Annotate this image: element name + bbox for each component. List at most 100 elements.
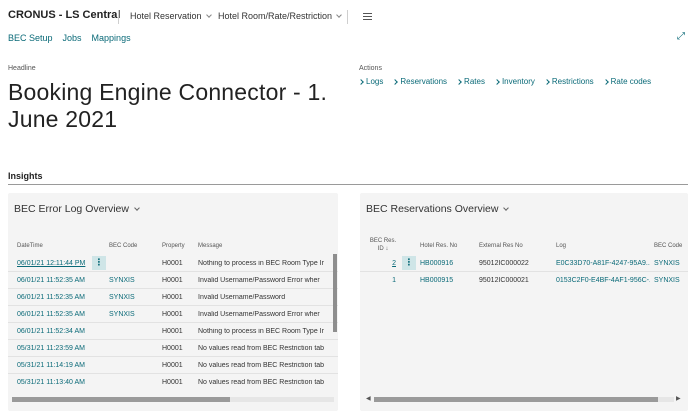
nav-hotel-reservation[interactable]: Hotel Reservation <box>130 11 212 21</box>
scroll-left-icon[interactable]: ◀ <box>366 395 371 402</box>
table-row[interactable]: 06/01/21 11:52:34 AM H0001 Nothing to pr… <box>8 323 338 340</box>
action-label: Rates <box>464 77 485 86</box>
chevron-right-icon <box>456 78 462 85</box>
sub-navigation: BEC Setup Jobs Mappings <box>8 33 131 43</box>
divider <box>118 10 119 24</box>
cell-bec-code[interactable]: SYNXIS <box>654 260 686 267</box>
table-row[interactable]: 05/31/21 11:14:19 AM H0001 No values rea… <box>8 357 338 374</box>
action-reservations[interactable]: Reservations <box>392 77 448 86</box>
company-name[interactable]: CRONUS - LS Central <box>8 9 120 21</box>
action-inventory[interactable]: Inventory <box>494 77 535 86</box>
more-options-icon[interactable]: ⋮ <box>402 256 416 270</box>
nav-label: Hotel Room/Rate/Restriction <box>218 11 333 21</box>
link-mappings[interactable]: Mappings <box>92 33 131 43</box>
vertical-scrollbar[interactable] <box>333 254 337 332</box>
table-row[interactable]: 06/01/21 11:52:35 AM SYNXIS H0001 Invali… <box>8 272 338 289</box>
cell-bec-code[interactable]: SYNXIS <box>654 277 686 284</box>
cell-datetime[interactable]: 06/01/21 11:52:35 AM <box>17 311 95 318</box>
horizontal-scrollbar[interactable] <box>374 397 658 402</box>
divider <box>347 10 348 24</box>
cell-message: No values read from BEC Restriction tab <box>198 345 325 352</box>
table-row[interactable]: 2 ⋮ HB000916 95012IC000022 E0C33D70-A81F… <box>360 255 688 272</box>
headline-label: Headline <box>8 65 36 72</box>
cell-external-res-no: 95012IC000021 <box>479 277 529 284</box>
chevron-right-icon <box>358 78 364 85</box>
cell-datetime[interactable]: 05/31/21 11:13:40 AM <box>17 379 95 386</box>
cell-datetime[interactable]: 06/01/21 11:52:34 AM <box>17 328 95 335</box>
table-row[interactable]: 1 HB000915 95012IC000021 0153C2F0-E4BF-4… <box>360 272 688 289</box>
table-row[interactable]: 06/01/21 12:11:44 PM ⋮ H0001 Nothing to … <box>8 255 338 272</box>
cell-message: No values read from BEC Restriction tab <box>198 379 325 386</box>
action-restrictions[interactable]: Restrictions <box>544 77 594 86</box>
column-header-datetime[interactable]: DateTime <box>17 243 43 249</box>
chevron-right-icon <box>602 78 609 85</box>
cell-datetime[interactable]: 06/01/21 12:11:44 PM <box>17 260 95 267</box>
table-row[interactable]: 06/01/21 11:52:35 AM SYNXIS H0001 Invali… <box>8 289 338 306</box>
cell-bec-res-id[interactable]: 1 <box>384 277 396 284</box>
expand-icon[interactable]: ⤢ <box>677 32 687 42</box>
column-header-bec-res-id[interactable]: BEC Res. ID ↓ <box>369 237 397 253</box>
actions-bar: Logs Reservations Rates Inventory Restri… <box>358 77 652 86</box>
cell-message: Nothing to process in BEC Room Type Ir <box>198 260 324 267</box>
insights-heading: Insights <box>8 171 43 181</box>
column-header-message[interactable]: Message <box>198 243 222 249</box>
cell-datetime[interactable]: 05/31/21 11:23:59 AM <box>17 345 95 352</box>
error-log-title[interactable]: BEC Error Log Overview <box>14 203 140 215</box>
cell-message: Invalid Username/Password Error wher <box>198 277 320 284</box>
chevron-right-icon <box>544 78 550 85</box>
action-label: Logs <box>366 77 384 86</box>
column-header-log[interactable]: Log <box>556 243 566 249</box>
cell-log[interactable]: 0153C2F0-E4BF-4AF1-956C-... <box>556 277 650 284</box>
chevron-right-icon <box>392 78 399 85</box>
cell-property: H0001 <box>162 328 183 335</box>
action-label: Reservations <box>400 77 448 86</box>
nav-hotel-room-rate-restriction[interactable]: Hotel Room/Rate/Restriction <box>218 11 342 21</box>
column-header-bec-code[interactable]: BEC Code <box>109 243 137 249</box>
panel-title-text: BEC Reservations Overview <box>366 203 499 215</box>
action-label: Rate codes <box>610 77 652 86</box>
column-header-hotel-res-no[interactable]: Hotel Res. No <box>420 243 457 249</box>
cell-hotel-res-no[interactable]: HB000916 <box>420 260 474 267</box>
cell-bec-res-id[interactable]: 2 <box>384 260 396 267</box>
cell-message: Nothing to process in BEC Room Type Ir <box>198 328 324 335</box>
action-rate-codes[interactable]: Rate codes <box>602 77 652 86</box>
column-header-property[interactable]: Property <box>162 243 185 249</box>
nav-label: Hotel Reservation <box>130 11 202 21</box>
cell-bec-code[interactable]: SYNXIS <box>109 311 154 318</box>
table-row[interactable]: 05/31/21 11:13:40 AM H0001 No values rea… <box>8 374 338 391</box>
chevron-right-icon <box>494 78 500 85</box>
cell-datetime[interactable]: 05/31/21 11:14:19 AM <box>17 362 95 369</box>
cell-message: Invalid Username/Password <box>198 294 286 301</box>
table-row[interactable]: 06/01/21 11:52:35 AM SYNXIS H0001 Invali… <box>8 306 338 323</box>
chevron-down-icon <box>336 12 342 18</box>
cell-property: H0001 <box>162 277 183 284</box>
hamburger-menu-icon[interactable] <box>363 13 372 22</box>
cell-log[interactable]: E0C33D70-A81F-4247-95A9... <box>556 260 650 267</box>
link-bec-setup[interactable]: BEC Setup <box>8 33 53 43</box>
cell-datetime[interactable]: 06/01/21 11:52:35 AM <box>17 294 95 301</box>
scroll-right-icon[interactable]: ▶ <box>676 395 681 402</box>
action-logs[interactable]: Logs <box>358 77 384 86</box>
cell-bec-code[interactable]: SYNXIS <box>109 277 154 284</box>
chevron-down-icon <box>134 205 140 211</box>
link-jobs[interactable]: Jobs <box>63 33 82 43</box>
table-row[interactable]: 05/31/21 11:23:59 AM H0001 No values rea… <box>8 340 338 357</box>
column-header-external-res-no[interactable]: External Res No <box>479 243 523 249</box>
chevron-down-icon <box>205 12 212 18</box>
cell-bec-code[interactable]: SYNXIS <box>109 294 154 301</box>
cell-property: H0001 <box>162 345 183 352</box>
column-header-bec-code[interactable]: BEC Code <box>654 243 682 249</box>
error-log-panel: BEC Error Log Overview DateTime BEC Code… <box>8 193 338 411</box>
cell-message: No values read from BEC Restriction tab <box>198 362 325 369</box>
more-options-icon[interactable]: ⋮ <box>92 256 106 270</box>
reservations-title[interactable]: BEC Reservations Overview <box>366 203 510 215</box>
action-rates[interactable]: Rates <box>456 77 485 86</box>
action-label: Restrictions <box>551 77 594 86</box>
cell-datetime[interactable]: 06/01/21 11:52:35 AM <box>17 277 95 284</box>
cell-external-res-no: 95012IC000022 <box>479 260 529 267</box>
horizontal-scrollbar[interactable] <box>12 397 230 402</box>
cell-property: H0001 <box>162 260 183 267</box>
reservations-panel: BEC Reservations Overview BEC Res. ID ↓ … <box>360 193 688 411</box>
cell-hotel-res-no[interactable]: HB000915 <box>420 277 474 284</box>
action-label: Inventory <box>501 77 535 86</box>
